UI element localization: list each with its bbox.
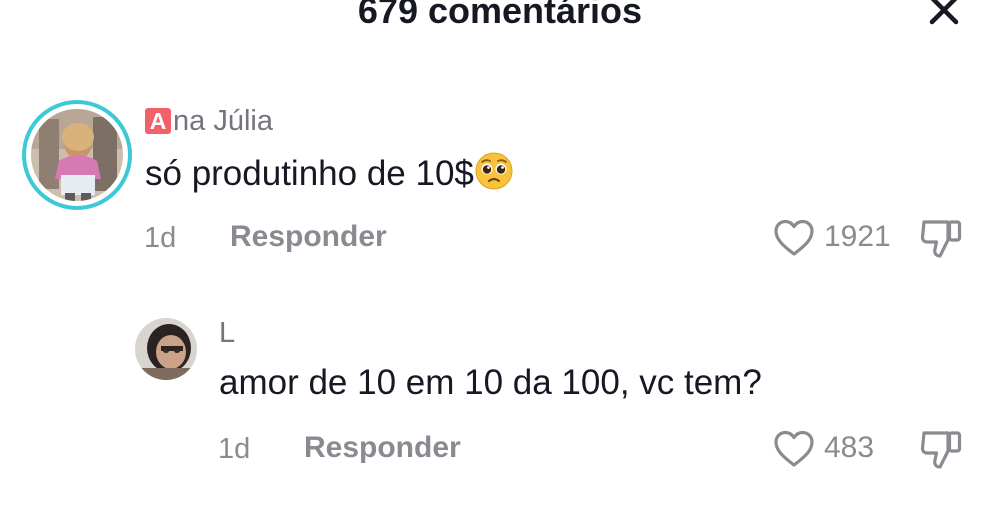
avatar[interactable] [31, 109, 123, 201]
avatar[interactable] [135, 318, 197, 380]
comment-text: só produtinho de 10$ [145, 154, 474, 193]
thumbs-down-icon [920, 220, 962, 258]
comment-username[interactable]: Ana Júlia [145, 104, 273, 138]
like-button[interactable] [772, 427, 816, 471]
like-count: 1921 [824, 220, 891, 253]
dislike-button[interactable] [918, 214, 964, 260]
comments-count-title: 679 comentários [357, 0, 643, 31]
dislike-button[interactable] [918, 425, 964, 471]
thumbs-down-icon [920, 431, 962, 469]
username-badge: A [145, 108, 171, 134]
comment-username[interactable]: L [219, 316, 235, 350]
close-icon [929, 0, 959, 25]
pleading-face-icon [475, 152, 513, 190]
avatar-photo [31, 109, 123, 201]
heart-icon [774, 430, 814, 467]
reply-button[interactable]: Responder [230, 220, 387, 254]
heart-icon [774, 219, 814, 256]
comment-body: só produtinho de 10$ [145, 151, 514, 195]
like-button[interactable] [772, 216, 816, 260]
avatar-photo [135, 318, 197, 380]
reply-button[interactable]: Responder [304, 431, 461, 465]
username-text: na Júlia [173, 105, 273, 137]
comment-time: 1d [218, 433, 251, 465]
comment-time: 1d [144, 222, 177, 254]
close-button[interactable] [922, 0, 966, 36]
like-count: 483 [824, 431, 875, 464]
comment-text: amor de 10 em 10 da 100, vc tem? [219, 363, 762, 402]
